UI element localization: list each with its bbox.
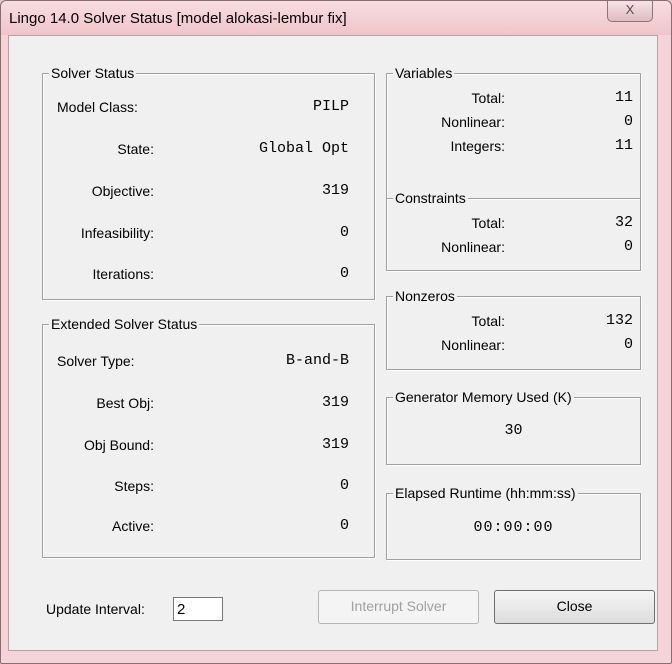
constraints-nonlinear-value: 0: [623, 238, 633, 255]
nonzeros-total-label: Total:: [471, 313, 505, 329]
dialog-client: Solver Status Model Class: PILP State: G…: [8, 35, 658, 651]
extended-solver-status-group: Extended Solver Status Solver Type: B-an…: [42, 316, 375, 558]
solver-status-window: Lingo 14.0 Solver Status [model alokasi-…: [0, 0, 672, 664]
variables-nonlinear-label: Nonlinear:: [441, 114, 505, 130]
constraints-total-value: 32: [614, 214, 633, 231]
update-interval-input[interactable]: 2: [173, 597, 223, 621]
objective-label: Objective:: [91, 183, 154, 199]
nonzeros-nonlinear-label: Nonlinear:: [441, 337, 505, 353]
elapsed-runtime-group: Elapsed Runtime (hh:mm:ss) 00:00:00: [386, 485, 641, 560]
title-bar: Lingo 14.0 Solver Status [model alokasi-…: [1, 1, 671, 35]
constraints-group: Constraints Total: 32 Nonlinear: 0: [386, 190, 641, 271]
iterations-value: 0: [339, 265, 349, 282]
interrupt-solver-button[interactable]: Interrupt Solver: [318, 590, 479, 624]
obj-bound-value: 319: [321, 436, 349, 453]
model-class-value: PILP: [312, 98, 349, 115]
variables-title: Variables: [393, 65, 455, 81]
generator-memory-value: 30: [504, 422, 523, 439]
window-title: Lingo 14.0 Solver Status [model alokasi-…: [9, 10, 347, 27]
steps-label: Steps:: [114, 478, 154, 494]
nonzeros-title: Nonzeros: [393, 288, 457, 304]
close-icon: X: [625, 2, 635, 17]
variables-integers-label: Integers:: [450, 138, 505, 154]
model-class-label: Model Class:: [57, 99, 138, 115]
update-interval-label: Update Interval:: [46, 601, 145, 617]
constraints-total-label: Total:: [471, 215, 505, 231]
state-value: Global Opt: [258, 140, 349, 157]
close-button[interactable]: Close: [494, 590, 655, 624]
nonzeros-group: Nonzeros Total: 132 Nonlinear: 0: [386, 288, 641, 370]
constraints-nonlinear-label: Nonlinear:: [441, 239, 505, 255]
best-obj-value: 319: [321, 394, 349, 411]
solver-status-group: Solver Status Model Class: PILP State: G…: [42, 65, 375, 300]
infeasibility-label: Infeasibility:: [80, 225, 154, 241]
obj-bound-label: Obj Bound:: [83, 437, 154, 453]
solver-status-title: Solver Status: [49, 65, 137, 81]
window-close-button[interactable]: X: [607, 1, 653, 22]
state-label: State:: [117, 141, 154, 157]
objective-value: 319: [321, 182, 349, 199]
solver-type-label: Solver Type:: [57, 353, 135, 369]
active-label: Active:: [111, 518, 154, 534]
steps-value: 0: [339, 477, 349, 494]
constraints-title: Constraints: [393, 190, 468, 206]
nonzeros-total-value: 132: [605, 312, 633, 329]
generator-memory-title: Generator Memory Used (K): [393, 389, 574, 405]
variables-total-label: Total:: [471, 90, 505, 106]
active-value: 0: [339, 517, 349, 534]
elapsed-runtime-value: 00:00:00: [473, 519, 554, 536]
variables-nonlinear-value: 0: [623, 113, 633, 130]
infeasibility-value: 0: [339, 224, 349, 241]
solver-type-value: B-and-B: [285, 352, 349, 369]
elapsed-runtime-title: Elapsed Runtime (hh:mm:ss): [393, 485, 578, 501]
variables-group: Variables Total: 11 Nonlinear: 0 Integer…: [386, 65, 641, 199]
variables-integers-value: 11: [614, 137, 633, 154]
generator-memory-group: Generator Memory Used (K) 30: [386, 389, 641, 465]
variables-total-value: 11: [614, 89, 633, 106]
extended-solver-status-title: Extended Solver Status: [49, 316, 200, 332]
nonzeros-nonlinear-value: 0: [623, 336, 633, 353]
best-obj-label: Best Obj:: [96, 395, 154, 411]
iterations-label: Iterations:: [92, 266, 154, 282]
